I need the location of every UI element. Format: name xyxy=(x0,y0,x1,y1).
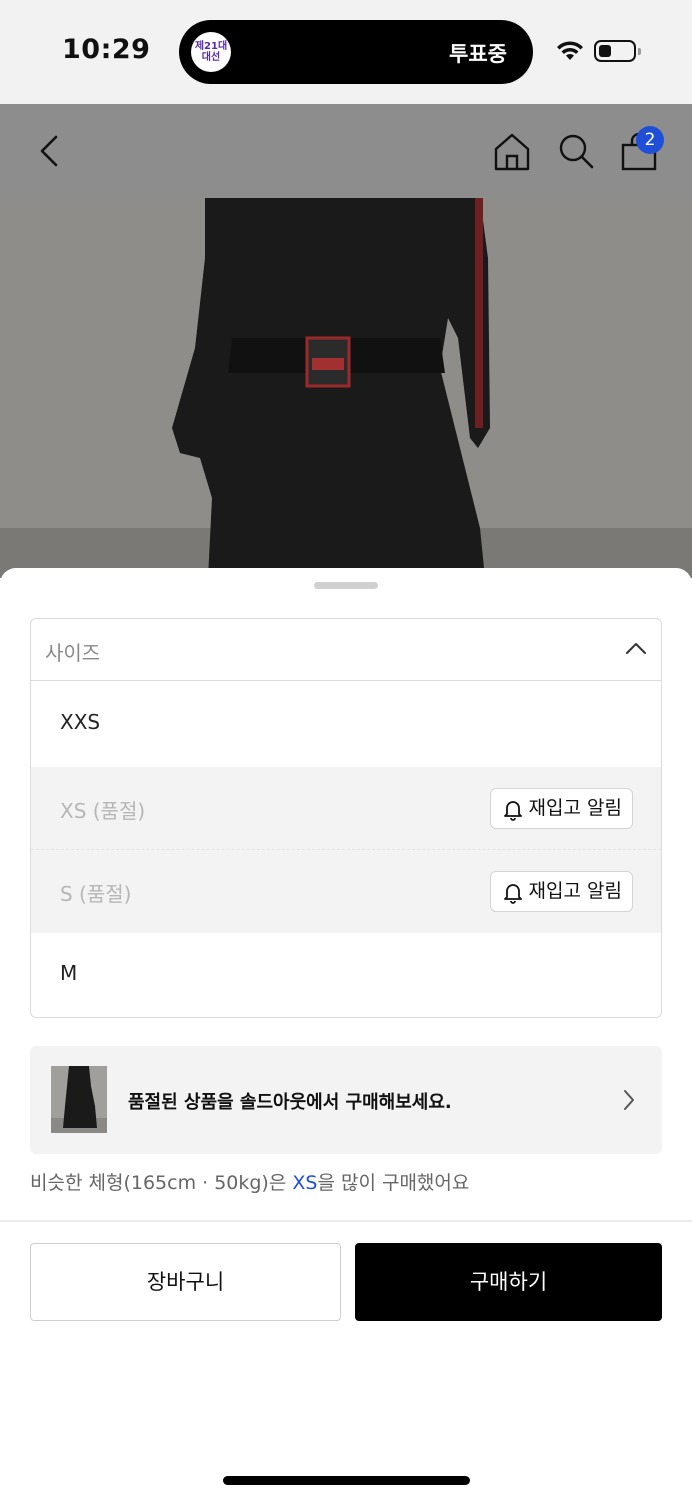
product-photo xyxy=(0,198,692,578)
buy-now-button[interactable]: 구매하기 xyxy=(355,1243,662,1321)
election-logo-line2: 대선 xyxy=(201,52,221,63)
restock-alert-button[interactable]: 재입고 알림 xyxy=(489,871,633,912)
size-option-m[interactable]: M xyxy=(31,933,661,1016)
restock-alert-label: 재입고 알림 xyxy=(528,880,622,902)
soldout-banner-text: 품절된 상품을 솔드아웃에서 구매해보세요. xyxy=(128,1092,452,1113)
cart-count-badge: 2 xyxy=(636,126,664,154)
sheet-drag-handle[interactable] xyxy=(314,582,378,589)
status-time: 10:29 xyxy=(62,34,151,65)
size-option-label: S (품절) xyxy=(60,882,132,906)
home-icon[interactable] xyxy=(492,131,532,173)
island-status-text: 투표중 xyxy=(449,42,507,66)
status-bar: 10:29 제21대 대선 투표중 xyxy=(0,0,692,104)
size-option-xxs[interactable]: XXS xyxy=(31,682,661,765)
divider xyxy=(0,1220,692,1222)
option-bottom-sheet: 사이즈 XXS XS (품절) 재입고 알림 S (품절) 재입고 알림 M 품… xyxy=(0,568,692,1500)
soldout-marketplace-banner[interactable]: 품절된 상품을 솔드아웃에서 구매해보세요. xyxy=(30,1046,662,1154)
top-navigation xyxy=(0,104,692,198)
size-dropdown: 사이즈 XXS XS (품절) 재입고 알림 S (품절) 재입고 알림 M xyxy=(30,618,662,1018)
dynamic-island[interactable]: 제21대 대선 투표중 xyxy=(179,20,533,84)
wifi-icon xyxy=(557,41,583,60)
size-dropdown-placeholder: 사이즈 xyxy=(45,641,101,665)
size-option-label: M xyxy=(60,961,78,985)
product-thumbnail xyxy=(51,1066,107,1133)
recommended-size: XS xyxy=(292,1172,318,1194)
bell-icon xyxy=(503,884,522,904)
home-indicator[interactable] xyxy=(223,1476,470,1485)
similar-body-suffix: 을 많이 구매했어요 xyxy=(317,1172,470,1194)
size-option-label: XS (품절) xyxy=(60,799,146,823)
add-to-cart-button[interactable]: 장바구니 xyxy=(30,1243,341,1321)
size-option-label: XXS xyxy=(60,710,101,734)
restock-alert-label: 재입고 알림 xyxy=(528,797,622,819)
chevron-up-icon xyxy=(626,643,646,654)
similar-body-prefix: 비슷한 체형(165cm · 50kg)은 xyxy=(30,1172,293,1194)
similar-body-recommendation: 비슷한 체형(165cm · 50kg)은 XS을 많이 구매했어요 xyxy=(30,1168,469,1195)
battery-icon xyxy=(594,40,641,62)
chevron-right-icon xyxy=(624,1090,634,1110)
election-logo: 제21대 대선 xyxy=(191,32,231,72)
election-logo-line1: 제21대 xyxy=(194,41,228,52)
size-option-s: S (품절) 재입고 알림 xyxy=(31,850,661,933)
size-option-xs: XS (품절) 재입고 알림 xyxy=(31,767,661,850)
search-icon[interactable] xyxy=(556,131,596,173)
back-arrow-icon[interactable] xyxy=(34,131,66,171)
restock-alert-button[interactable]: 재입고 알림 xyxy=(489,788,633,829)
bell-icon xyxy=(503,801,522,821)
size-dropdown-header[interactable]: 사이즈 xyxy=(31,619,661,681)
product-image xyxy=(0,198,692,578)
